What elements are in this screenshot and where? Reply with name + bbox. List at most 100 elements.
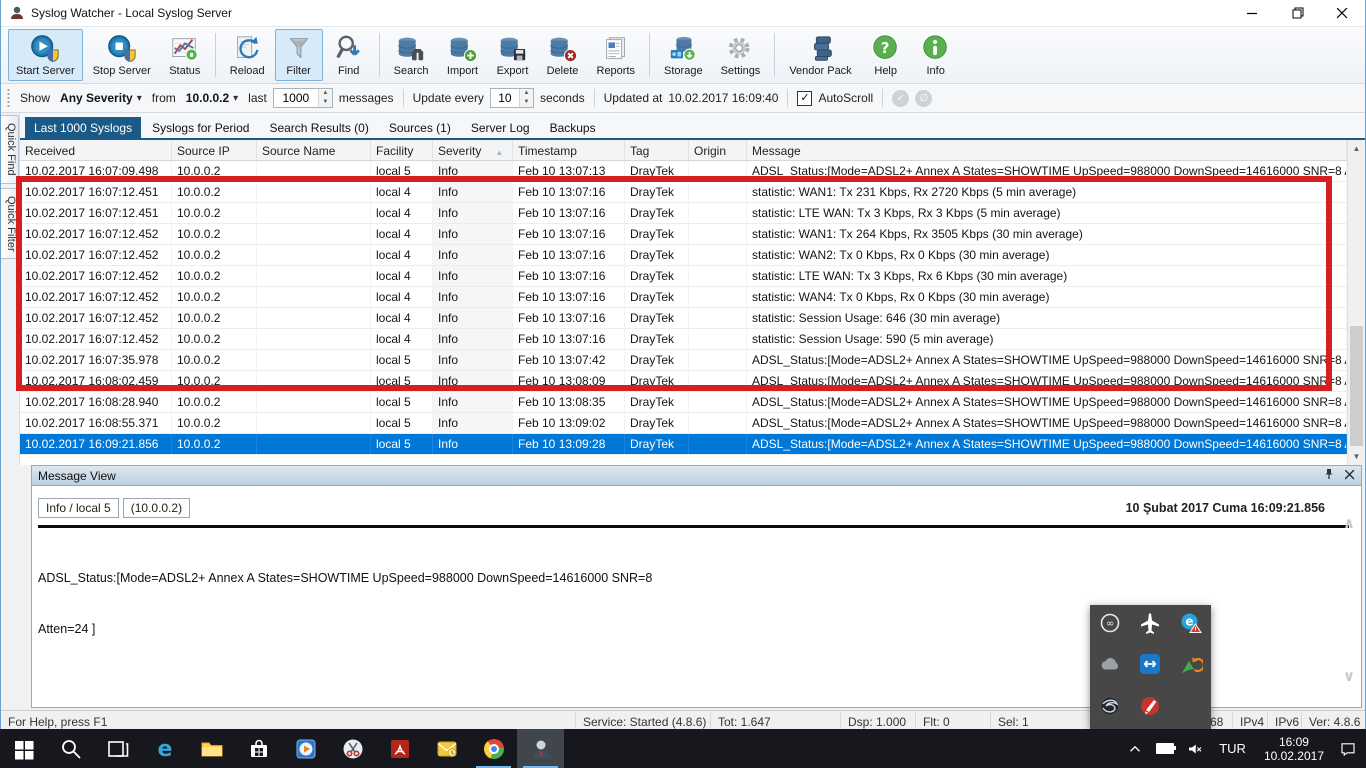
taskbar-task-view[interactable] — [94, 729, 141, 768]
table-row[interactable]: 10.02.2017 16:07:12.45110.0.0.2local 4In… — [20, 203, 1347, 224]
delete-button[interactable]: Delete — [539, 29, 587, 81]
severity-dropdown[interactable]: Any Severity — [56, 89, 146, 107]
column-header-source-name[interactable]: Source Name — [257, 140, 371, 160]
start-server-button[interactable]: Start Server — [8, 29, 83, 81]
spinner-arrows[interactable]: ▲▼ — [318, 89, 332, 107]
tab-backups[interactable]: Backups — [541, 117, 605, 138]
status-button[interactable]: Status — [161, 29, 209, 81]
tray-ccleaner[interactable] — [1130, 689, 1170, 727]
tab-syslogs-for-period[interactable]: Syslogs for Period — [143, 117, 258, 138]
pin-icon[interactable] — [1323, 468, 1335, 483]
table-row[interactable]: 10.02.2017 16:08:55.37110.0.0.2local 5In… — [20, 413, 1347, 434]
help-button[interactable]: ?Help — [862, 29, 910, 81]
export-button[interactable]: Export — [489, 29, 537, 81]
battery-icon[interactable] — [1151, 729, 1179, 768]
column-header-label: Message — [752, 144, 801, 158]
taskbar-windows-start[interactable] — [0, 729, 47, 768]
tab-server-log[interactable]: Server Log — [462, 117, 539, 138]
taskbar-acrobat[interactable] — [376, 729, 423, 768]
column-header-source-ip[interactable]: Source IP — [172, 140, 257, 160]
column-header-timestamp[interactable]: Timestamp — [513, 140, 625, 160]
vendor-pack-button[interactable]: Vendor Pack — [781, 29, 859, 81]
info-button[interactable]: Info — [912, 29, 960, 81]
tray-browser-swirl[interactable] — [1090, 689, 1130, 727]
table-row[interactable]: 10.02.2017 16:07:09.49810.0.0.2local 5In… — [20, 161, 1347, 182]
import-button[interactable]: Import — [439, 29, 487, 81]
cell-source-name — [257, 245, 371, 265]
tray-updater[interactable] — [1171, 648, 1211, 686]
tray-chevron-up-icon[interactable] — [1121, 729, 1149, 768]
scroll-down-arrow[interactable]: ▼ — [1348, 448, 1365, 465]
column-header-tag[interactable]: Tag — [625, 140, 689, 160]
taskbar-outlook[interactable] — [423, 729, 470, 768]
vertical-scrollbar[interactable]: ▲ ▼ — [1347, 140, 1365, 465]
update-interval-input[interactable] — [491, 89, 519, 107]
taskbar-file-explorer[interactable] — [188, 729, 235, 768]
table-row[interactable]: 10.02.2017 16:07:12.45210.0.0.2local 4In… — [20, 224, 1347, 245]
taskbar-media-player[interactable] — [282, 729, 329, 768]
search-button[interactable]: Search — [386, 29, 437, 81]
table-row[interactable]: 10.02.2017 16:07:35.97810.0.0.2local 5In… — [20, 350, 1347, 371]
tray-onedrive[interactable] — [1090, 648, 1130, 686]
chevron-up-icon[interactable]: ∧ — [1343, 514, 1355, 532]
taskbar-syslog-watcher[interactable] — [517, 729, 564, 768]
stop-server-button[interactable]: Stop Server — [85, 29, 159, 81]
scrollbar-thumb[interactable] — [1350, 326, 1363, 446]
action-center-icon[interactable] — [1334, 729, 1362, 768]
table-row[interactable]: 10.02.2017 16:07:12.45210.0.0.2local 4In… — [20, 245, 1347, 266]
side-tab-quick-find[interactable]: Quick Find — [1, 115, 19, 184]
minimize-button[interactable] — [1230, 0, 1275, 26]
table-row[interactable]: 10.02.2017 16:08:02.45910.0.0.2local 5In… — [20, 371, 1347, 392]
restore-button[interactable] — [1275, 0, 1320, 26]
taskbar-edge[interactable]: e — [141, 729, 188, 768]
taskbar-snipping-tool[interactable] — [329, 729, 376, 768]
tray-eset[interactable]: e — [1171, 607, 1211, 645]
column-header-facility[interactable]: Facility — [371, 140, 433, 160]
column-header-message[interactable]: Message — [747, 140, 1347, 160]
taskbar-search[interactable] — [47, 729, 94, 768]
message-count-input[interactable] — [274, 89, 318, 107]
autoscroll-checkbox[interactable] — [797, 91, 812, 106]
find-button[interactable]: Find — [325, 29, 373, 81]
tab-sources-1[interactable]: Sources (1) — [380, 117, 460, 138]
tray-creative-cloud[interactable]: ∞ — [1090, 607, 1130, 645]
source-dropdown[interactable]: 10.0.0.2 — [182, 89, 242, 107]
tab-search-results-0[interactable]: Search Results (0) — [260, 117, 377, 138]
table-row[interactable]: 10.02.2017 16:07:12.45210.0.0.2local 4In… — [20, 329, 1347, 350]
table-row[interactable]: 10.02.2017 16:07:12.45110.0.0.2local 4In… — [20, 182, 1347, 203]
cell-source-ip: 10.0.0.2 — [172, 287, 257, 307]
taskbar-chrome[interactable] — [470, 729, 517, 768]
cell-facility: local 4 — [371, 287, 433, 307]
tray-teamviewer[interactable] — [1130, 648, 1170, 686]
language-indicator[interactable]: TUR — [1211, 741, 1254, 756]
column-header-received[interactable]: Received — [20, 140, 172, 160]
taskbar-clock[interactable]: 16:09 10.02.2017 — [1256, 735, 1332, 763]
table-row[interactable]: 10.02.2017 16:09:21.85610.0.0.2local 5In… — [20, 434, 1347, 455]
table-row[interactable]: 10.02.2017 16:07:12.45210.0.0.2local 4In… — [20, 287, 1347, 308]
table-row[interactable]: 10.02.2017 16:08:28.94010.0.0.2local 5In… — [20, 392, 1347, 413]
scroll-up-arrow[interactable]: ▲ — [1348, 140, 1365, 157]
filter-button[interactable]: Filter — [275, 29, 323, 81]
side-tab-quick-filter[interactable]: Quick Filter — [1, 188, 19, 260]
toolbar-grip[interactable] — [6, 88, 11, 108]
table-row[interactable]: 10.02.2017 16:07:12.45210.0.0.2local 4In… — [20, 308, 1347, 329]
clear-filter-button[interactable]: ∅ — [915, 90, 932, 107]
toolbar-button-label: Filter — [286, 65, 310, 77]
spinner-arrows[interactable]: ▲▼ — [519, 89, 533, 107]
table-row[interactable]: 10.02.2017 16:07:12.45210.0.0.2local 4In… — [20, 266, 1347, 287]
settings-button[interactable]: Settings — [713, 29, 769, 81]
tab-last-1000-syslogs[interactable]: Last 1000 Syslogs — [25, 117, 141, 138]
chevron-down-icon[interactable]: ∨ — [1343, 667, 1355, 685]
cell-origin — [689, 434, 747, 454]
close-button[interactable] — [1320, 0, 1365, 26]
reports-button[interactable]: Reports — [589, 29, 644, 81]
tray-airplane-mode[interactable] — [1130, 607, 1170, 645]
storage-button[interactable]: Storage — [656, 29, 711, 81]
close-panel-icon[interactable] — [1345, 469, 1355, 483]
apply-filter-button[interactable]: ✓ — [892, 90, 909, 107]
volume-muted-icon[interactable] — [1181, 729, 1209, 768]
column-header-origin[interactable]: Origin — [689, 140, 747, 160]
column-header-severity[interactable]: Severity — [433, 140, 513, 160]
reload-button[interactable]: Reload — [222, 29, 273, 81]
taskbar-store[interactable] — [235, 729, 282, 768]
